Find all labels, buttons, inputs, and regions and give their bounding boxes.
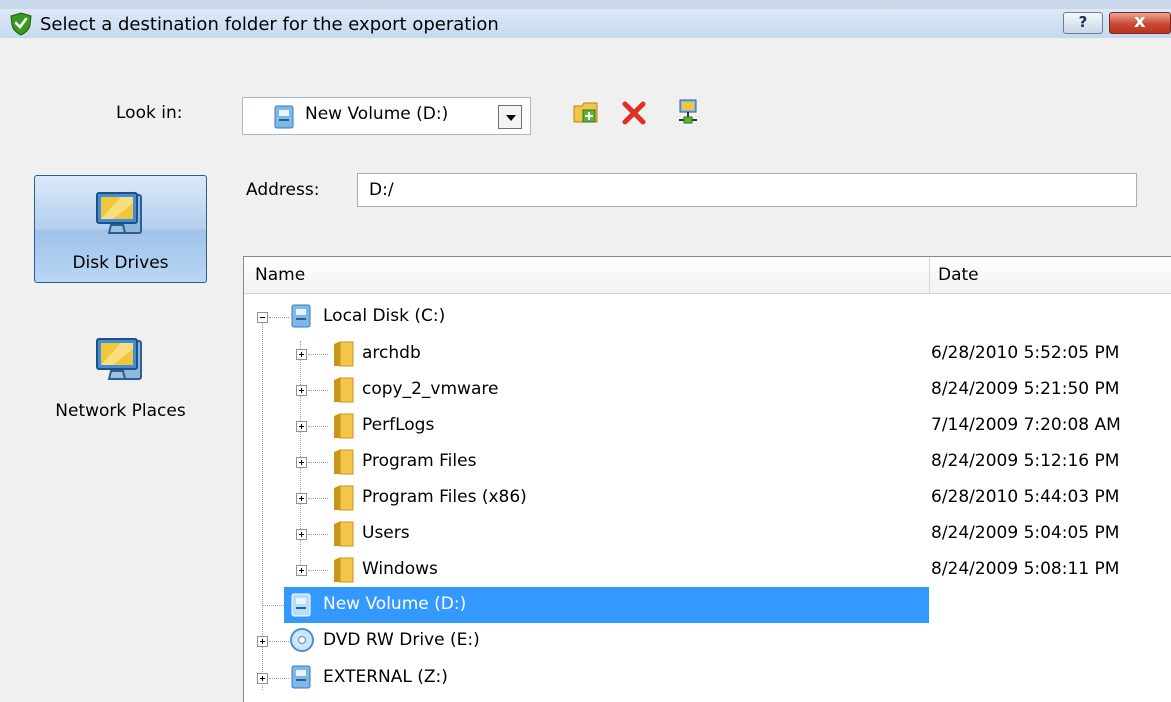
tree-row-date: 6/28/2010 5:44:03 PM <box>931 487 1120 507</box>
tree-row-folder[interactable]: archdb 6/28/2010 5:52:05 PM <box>244 336 1171 372</box>
tree-row-label: Program Files (x86) <box>362 487 527 507</box>
folder-icon <box>334 521 354 547</box>
tree-row-folder[interactable]: Users 8/24/2009 5:04:05 PM <box>244 516 1171 552</box>
folder-icon <box>334 377 354 403</box>
drive-icon <box>274 105 294 129</box>
help-button[interactable]: ? <box>1063 12 1103 34</box>
expand-icon[interactable] <box>296 421 307 432</box>
expand-icon[interactable] <box>257 673 268 684</box>
tree-line <box>308 498 328 499</box>
tree-row-folder[interactable]: copy_2_vmware 8/24/2009 5:21:50 PM <box>244 372 1171 408</box>
tree-row-date: 8/24/2009 5:04:05 PM <box>931 523 1120 543</box>
drive-icon <box>291 593 311 617</box>
folder-tree[interactable]: Name Date Local Disk (C:) archdb 6/28/20… <box>243 256 1171 702</box>
tree-line <box>308 462 328 463</box>
nav-disk-drives[interactable]: Disk Drives <box>34 175 207 283</box>
address-input[interactable]: D:/ <box>357 173 1137 207</box>
look-in-value: New Volume (D:) <box>305 104 449 124</box>
tree-row-date: 8/24/2009 5:21:50 PM <box>931 379 1120 399</box>
network-computer-icon <box>95 338 142 380</box>
tree-row-new-volume-d[interactable]: New Volume (D:) <box>244 587 1171 623</box>
nav-network-places[interactable]: Network Places <box>34 327 207 437</box>
tree-row-label: PerfLogs <box>362 415 435 435</box>
tree-line <box>308 390 328 391</box>
tree-row-external-z[interactable]: EXTERNAL (Z:) <box>244 660 1171 696</box>
tree-row-folder[interactable]: Windows 8/24/2009 5:08:11 PM <box>244 552 1171 588</box>
tree-row-folder[interactable]: PerfLogs 7/14/2009 7:20:08 AM <box>244 408 1171 444</box>
tree-row-label: EXTERNAL (Z:) <box>323 667 448 687</box>
title-bar: Select a destination folder for the expo… <box>0 0 1171 38</box>
tree-line <box>269 317 289 318</box>
expand-icon[interactable] <box>296 385 307 396</box>
nav-network-places-label: Network Places <box>55 401 186 421</box>
nav-disk-drives-label: Disk Drives <box>72 253 169 273</box>
column-header-date[interactable]: Date <box>930 257 1171 294</box>
tree-row-label: Local Disk (C:) <box>323 306 446 326</box>
computer-icon <box>95 192 142 234</box>
tree-line <box>269 678 289 679</box>
expand-icon[interactable] <box>296 493 307 504</box>
look-in-label: Look in: <box>116 103 183 123</box>
tree-row-label: copy_2_vmware <box>362 379 499 399</box>
tree-row-folder[interactable]: Program Files (x86) 6/28/2010 5:44:03 PM <box>244 480 1171 516</box>
chevron-down-icon[interactable] <box>498 105 522 129</box>
new-folder-icon[interactable] <box>573 98 599 126</box>
window-title: Select a destination folder for the expo… <box>40 14 499 35</box>
folder-icon <box>334 557 354 583</box>
tree-line <box>262 605 284 606</box>
collapse-icon[interactable] <box>257 312 268 323</box>
expand-icon[interactable] <box>257 636 268 647</box>
tree-row-date: 8/24/2009 5:12:16 PM <box>931 451 1120 471</box>
tree-row-local-disk-c[interactable]: Local Disk (C:) <box>244 299 1171 335</box>
dvd-drive-icon <box>290 628 314 652</box>
tree-row-label: Program Files <box>362 451 477 471</box>
close-button[interactable]: x <box>1109 12 1171 34</box>
tree-row-dvd-drive-e[interactable]: DVD RW Drive (E:) <box>244 623 1171 659</box>
app-shield-icon <box>10 12 32 36</box>
tree-row-date: 7/14/2009 7:20:08 AM <box>931 415 1121 435</box>
tree-line <box>308 426 328 427</box>
delete-icon[interactable] <box>621 98 647 126</box>
expand-icon[interactable] <box>296 565 307 576</box>
drive-icon <box>291 665 311 689</box>
tree-row-date: 6/28/2010 5:52:05 PM <box>931 343 1120 363</box>
tree-row-folder[interactable]: Program Files 8/24/2009 5:12:16 PM <box>244 444 1171 480</box>
address-label: Address: <box>246 180 320 200</box>
tree-line <box>308 570 328 571</box>
tree-row-label: DVD RW Drive (E:) <box>323 630 480 650</box>
tree-row-label: New Volume (D:) <box>323 594 467 614</box>
tree-line <box>308 354 328 355</box>
folder-icon <box>334 341 354 367</box>
tree-row-label: Users <box>362 523 410 543</box>
tree-row-label: archdb <box>362 343 421 363</box>
tree-line <box>269 641 289 642</box>
drive-icon <box>291 304 311 328</box>
expand-icon[interactable] <box>296 457 307 468</box>
expand-icon[interactable] <box>296 349 307 360</box>
tree-row-date: 8/24/2009 5:08:11 PM <box>931 559 1120 579</box>
look-in-dropdown[interactable]: New Volume (D:) <box>242 97 531 135</box>
tree-line <box>308 534 328 535</box>
tree-row-label: Windows <box>362 559 438 579</box>
expand-icon[interactable] <box>296 529 307 540</box>
network-icon[interactable] <box>675 98 701 126</box>
folder-icon <box>334 485 354 511</box>
folder-icon <box>334 449 354 475</box>
folder-icon <box>334 413 354 439</box>
column-header-name[interactable]: Name <box>244 257 930 294</box>
